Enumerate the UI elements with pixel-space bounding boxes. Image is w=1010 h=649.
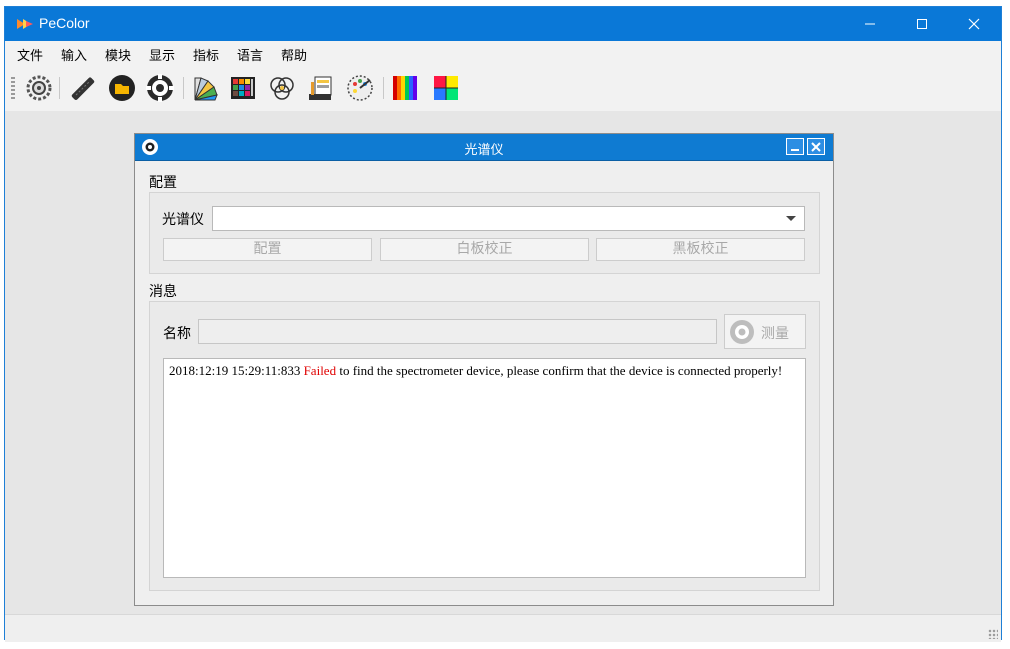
chevron-down-icon[interactable]: [786, 216, 796, 221]
menu-language[interactable]: 语言: [237, 45, 263, 64]
window-title: PeColor: [39, 15, 90, 31]
maximize-button[interactable]: [897, 7, 947, 41]
menu-input[interactable]: 输入: [61, 45, 87, 64]
rgb-circles-icon[interactable]: [268, 74, 296, 102]
toolbar-separator: [59, 77, 60, 99]
menu-index[interactable]: 指标: [193, 45, 219, 64]
menu-file[interactable]: 文件: [17, 45, 43, 64]
measure-button[interactable]: 测量: [724, 314, 806, 349]
close-button[interactable]: [949, 7, 999, 41]
color-grid-icon[interactable]: [432, 74, 460, 102]
status-bar: [5, 614, 1001, 642]
dialog-title: 光谱仪: [464, 143, 504, 158]
log-timestamp: 2018:12:19 15:29:11:833: [169, 363, 301, 378]
name-field[interactable]: [198, 319, 717, 344]
close-icon: [811, 141, 821, 152]
spectrometer-label: 光谱仪: [162, 212, 204, 228]
app-logo-icon: [17, 19, 33, 29]
message-log[interactable]: 2018:12:19 15:29:11:833 Failed to find t…: [163, 358, 806, 578]
dialog-close-button[interactable]: [807, 138, 825, 155]
log-status: Failed: [303, 363, 337, 378]
menu-display[interactable]: 显示: [149, 45, 175, 64]
spectrometer-dialog: 光谱仪 配置 光谱仪 配置 白板校正 黑板校正 消息 名称 测量 2018:12…: [134, 133, 834, 606]
resize-grip[interactable]: [988, 629, 998, 639]
minimize-button[interactable]: [845, 7, 895, 41]
spectrum-bars-icon[interactable]: [392, 74, 420, 102]
toolbar-separator: [183, 77, 184, 99]
log-message: to find the spectrometer device, please …: [339, 363, 783, 378]
mdi-workspace: 光谱仪 配置 光谱仪 配置 白板校正 黑板校正 消息 名称 测量 2018:12…: [5, 111, 1001, 614]
spectrometer-icon[interactable]: [146, 74, 174, 102]
dialog-title-bar[interactable]: 光谱仪: [135, 134, 833, 161]
color-fan-icon[interactable]: [191, 74, 219, 102]
palette-dial-icon[interactable]: [346, 74, 374, 102]
measure-icon: [730, 320, 754, 344]
menu-bar: 文件 输入 模块 显示 指标 语言 帮助: [5, 41, 1001, 65]
message-group-title: 消息: [149, 284, 177, 300]
message-group: 名称 测量 2018:12:19 15:29:11:833 Failed to …: [149, 301, 820, 591]
config-group-title: 配置: [149, 175, 177, 191]
minimize-icon: [865, 23, 875, 25]
dialog-minimize-button[interactable]: [786, 138, 804, 155]
close-icon: [968, 18, 980, 30]
spectrometer-select[interactable]: [212, 206, 805, 231]
measure-button-label: 测量: [761, 326, 789, 342]
minimize-icon: [791, 148, 799, 151]
paint-tools-icon[interactable]: [307, 74, 335, 102]
menu-help[interactable]: 帮助: [281, 45, 307, 64]
menu-module[interactable]: 模块: [105, 45, 131, 64]
folder-icon[interactable]: [108, 74, 136, 102]
main-window: PeColor 文件 输入 模块 显示 指标 语言 帮助 光谱仪 配置 光谱仪 …: [4, 6, 1002, 642]
settings-gear-icon[interactable]: [25, 74, 53, 102]
config-button[interactable]: 配置: [163, 238, 372, 261]
toolbar: [5, 65, 1001, 112]
white-calibration-button[interactable]: 白板校正: [380, 238, 589, 261]
black-calibration-button[interactable]: 黑板校正: [596, 238, 805, 261]
title-bar[interactable]: PeColor: [5, 7, 1001, 41]
config-group: 光谱仪 配置 白板校正 黑板校正: [149, 192, 820, 274]
toolbar-separator: [383, 77, 384, 99]
name-label: 名称: [163, 326, 191, 342]
probe-icon[interactable]: [69, 74, 97, 102]
toolbar-grip[interactable]: [11, 77, 15, 99]
maximize-icon: [917, 19, 927, 29]
color-chart-icon[interactable]: [229, 74, 257, 102]
